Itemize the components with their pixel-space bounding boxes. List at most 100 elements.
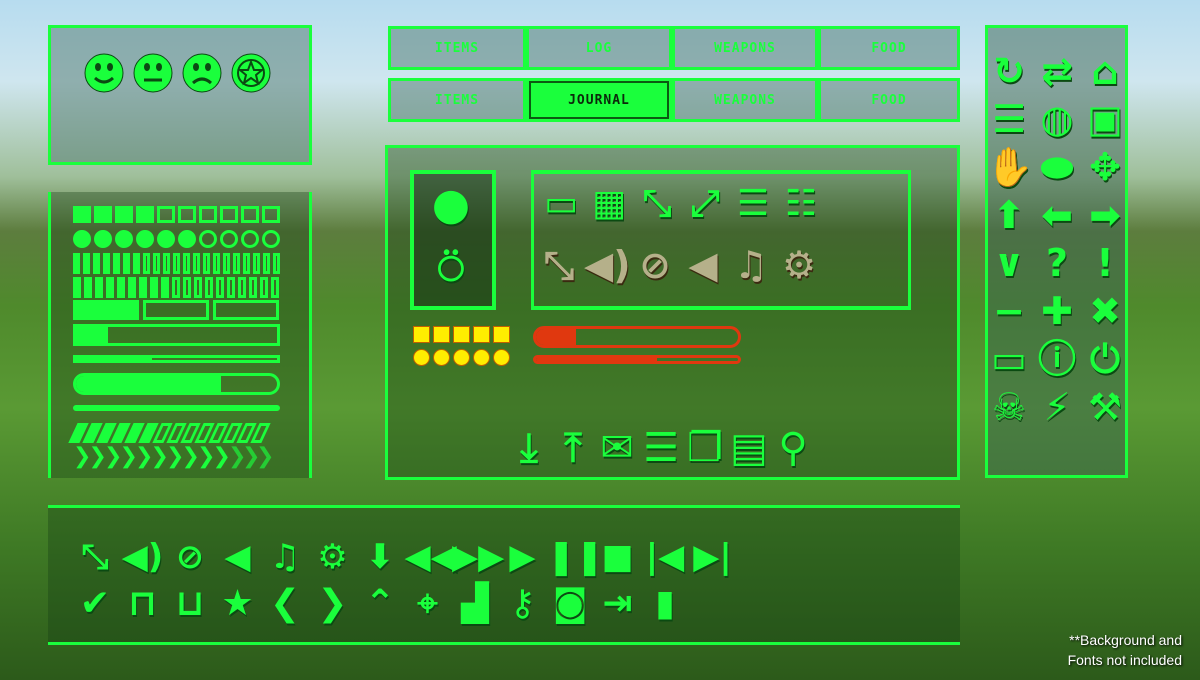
- tab-log[interactable]: LOG: [526, 26, 672, 70]
- podium-icon[interactable]: ▟: [452, 586, 498, 622]
- close-icon[interactable]: ✖: [1082, 292, 1128, 330]
- user-icon[interactable]: ●: [428, 183, 474, 227]
- refresh-icon[interactable]: ↻: [986, 52, 1032, 90]
- key-icon[interactable]: ⚷: [500, 586, 546, 622]
- download-icon[interactable]: ⤓: [506, 428, 552, 468]
- battery-icon[interactable]: ▭: [986, 340, 1032, 378]
- minus-icon[interactable]: −: [986, 292, 1032, 330]
- arrow-left-icon[interactable]: ⬅: [1034, 196, 1080, 234]
- bar-chart-icon[interactable]: ▮: [642, 586, 688, 622]
- tab-items[interactable]: ITEMS: [388, 26, 526, 70]
- bar-meter-segment: [123, 253, 130, 274]
- medal-icon[interactable]: ⍥: [428, 248, 474, 292]
- resize-icon[interactable]: ⤡: [72, 540, 118, 574]
- tab-food[interactable]: FOOD: [818, 78, 960, 122]
- info-icon[interactable]: ⓘ: [1034, 340, 1080, 378]
- progress-thin: [73, 355, 280, 363]
- neutral-face-icon[interactable]: [132, 52, 174, 94]
- shop-icon[interactable]: ▣: [1082, 100, 1128, 138]
- unlock-icon[interactable]: ⊔: [167, 586, 213, 622]
- pause-icon[interactable]: ❚❚: [547, 540, 604, 574]
- tab-items[interactable]: ITEMS: [388, 78, 526, 122]
- hand-icon[interactable]: ✋: [986, 148, 1033, 186]
- chevron-up-icon[interactable]: ⌃: [357, 586, 403, 622]
- chat-icon[interactable]: ▭: [538, 186, 584, 222]
- music-icon[interactable]: ♫: [262, 540, 308, 574]
- skip-back-icon[interactable]: |◀: [642, 540, 688, 574]
- plus-icon[interactable]: ✚: [1034, 292, 1080, 330]
- tab-journal[interactable]: JOURNAL: [526, 78, 672, 122]
- bar-meter-segment: [113, 253, 120, 274]
- menu-icon[interactable]: ☰: [730, 186, 776, 222]
- exit-icon[interactable]: ⇥: [595, 586, 641, 622]
- lock-icon[interactable]: ⊓: [120, 586, 166, 622]
- star-badge-icon[interactable]: [230, 52, 272, 94]
- capped-meter-segment: [84, 277, 92, 298]
- mail-icon[interactable]: ✉: [594, 428, 640, 468]
- move-icon[interactable]: ✥: [1082, 148, 1128, 186]
- lightning-icon[interactable]: ⚡: [1034, 388, 1080, 426]
- resize-icon[interactable]: ⤡: [536, 246, 582, 284]
- expand-icon[interactable]: ⤢: [682, 186, 728, 222]
- square-meter-segment: [178, 206, 196, 223]
- search-icon[interactable]: ⚲: [770, 428, 816, 468]
- meters-panel: ❯ ❯ ❯ ❯ ❯ ❯ ❯ ❯ ❯ ❯ ❯ ❯ ❯: [48, 192, 312, 478]
- windows-icon[interactable]: ❐: [682, 428, 728, 468]
- chevron-left-icon[interactable]: ❮: [262, 586, 308, 622]
- arrow-up-icon[interactable]: ⬆: [986, 196, 1032, 234]
- power-icon[interactable]: ⏻: [1082, 340, 1128, 378]
- gear-icon[interactable]: ⚙: [310, 540, 356, 574]
- ban-icon[interactable]: ⊘: [632, 246, 678, 284]
- ban-icon[interactable]: ⊘: [167, 540, 213, 574]
- camera-icon[interactable]: ◙: [547, 586, 593, 622]
- chevron-segment: ❯: [242, 444, 261, 469]
- square-meter-segment: [136, 206, 154, 223]
- tab-weapons[interactable]: WEAPONS: [672, 78, 818, 122]
- bar-meter-segment: [103, 253, 110, 274]
- gear-icon[interactable]: ⚙: [776, 246, 822, 284]
- arrow-down-icon[interactable]: ⬇: [357, 540, 403, 574]
- document-icon[interactable]: ☰: [986, 100, 1032, 138]
- circle-meter-segment: [157, 230, 175, 248]
- home-icon[interactable]: ⌂: [1082, 52, 1128, 90]
- wrench-icon[interactable]: ⚒: [1082, 388, 1128, 426]
- circle-icon[interactable]: ⬬: [1034, 148, 1080, 186]
- shrink-icon[interactable]: ⤡: [634, 186, 680, 222]
- window-icon[interactable]: ▤: [726, 428, 772, 468]
- tab-food[interactable]: FOOD: [818, 26, 960, 70]
- question-icon[interactable]: ?: [1034, 244, 1080, 282]
- square-meter-segment: [262, 206, 280, 223]
- arrow-right-icon[interactable]: ➡: [1082, 196, 1128, 234]
- skull-icon[interactable]: ☠: [986, 388, 1032, 426]
- capped-meter-segment: [150, 277, 158, 298]
- speaker-icon[interactable]: ◀: [215, 540, 261, 574]
- chevron-right-icon[interactable]: ❯: [310, 586, 356, 622]
- exclamation-icon[interactable]: !: [1082, 244, 1128, 282]
- speaker-icon[interactable]: ◀: [680, 246, 726, 284]
- music-icon[interactable]: ♫: [728, 246, 774, 284]
- grid-icon[interactable]: ▦: [586, 186, 632, 222]
- check-icon[interactable]: ✔: [72, 586, 118, 622]
- rewind-icon[interactable]: ◀◀: [405, 540, 457, 574]
- progress-box-fill: [76, 327, 109, 343]
- play-icon[interactable]: ▶: [500, 540, 546, 574]
- crosshair-icon[interactable]: ⌖: [405, 586, 451, 622]
- circle-meter-segment: [115, 230, 133, 248]
- star-icon[interactable]: ★: [215, 586, 261, 622]
- stop-icon[interactable]: ■: [595, 540, 641, 574]
- sad-face-icon[interactable]: [181, 52, 223, 94]
- globe-icon[interactable]: ◍: [1034, 100, 1080, 138]
- list-icon[interactable]: ☷: [778, 186, 824, 222]
- volume-icon[interactable]: ◀): [584, 246, 631, 284]
- sliders-icon[interactable]: ☰: [638, 428, 684, 468]
- tab-weapons[interactable]: WEAPONS: [672, 26, 818, 70]
- volume-icon[interactable]: ◀): [120, 540, 166, 574]
- chevron-down-icon[interactable]: ∨: [986, 244, 1032, 282]
- fast-forward-icon[interactable]: ▶▶: [452, 540, 504, 574]
- upload-icon[interactable]: ⤒: [550, 428, 596, 468]
- happy-face-icon[interactable]: [83, 52, 125, 94]
- sync-icon[interactable]: ⇄: [1034, 52, 1080, 90]
- yellow-circle: [473, 349, 490, 366]
- chevron-segment: ❯: [212, 444, 231, 469]
- skip-forward-icon[interactable]: ▶|: [690, 540, 736, 574]
